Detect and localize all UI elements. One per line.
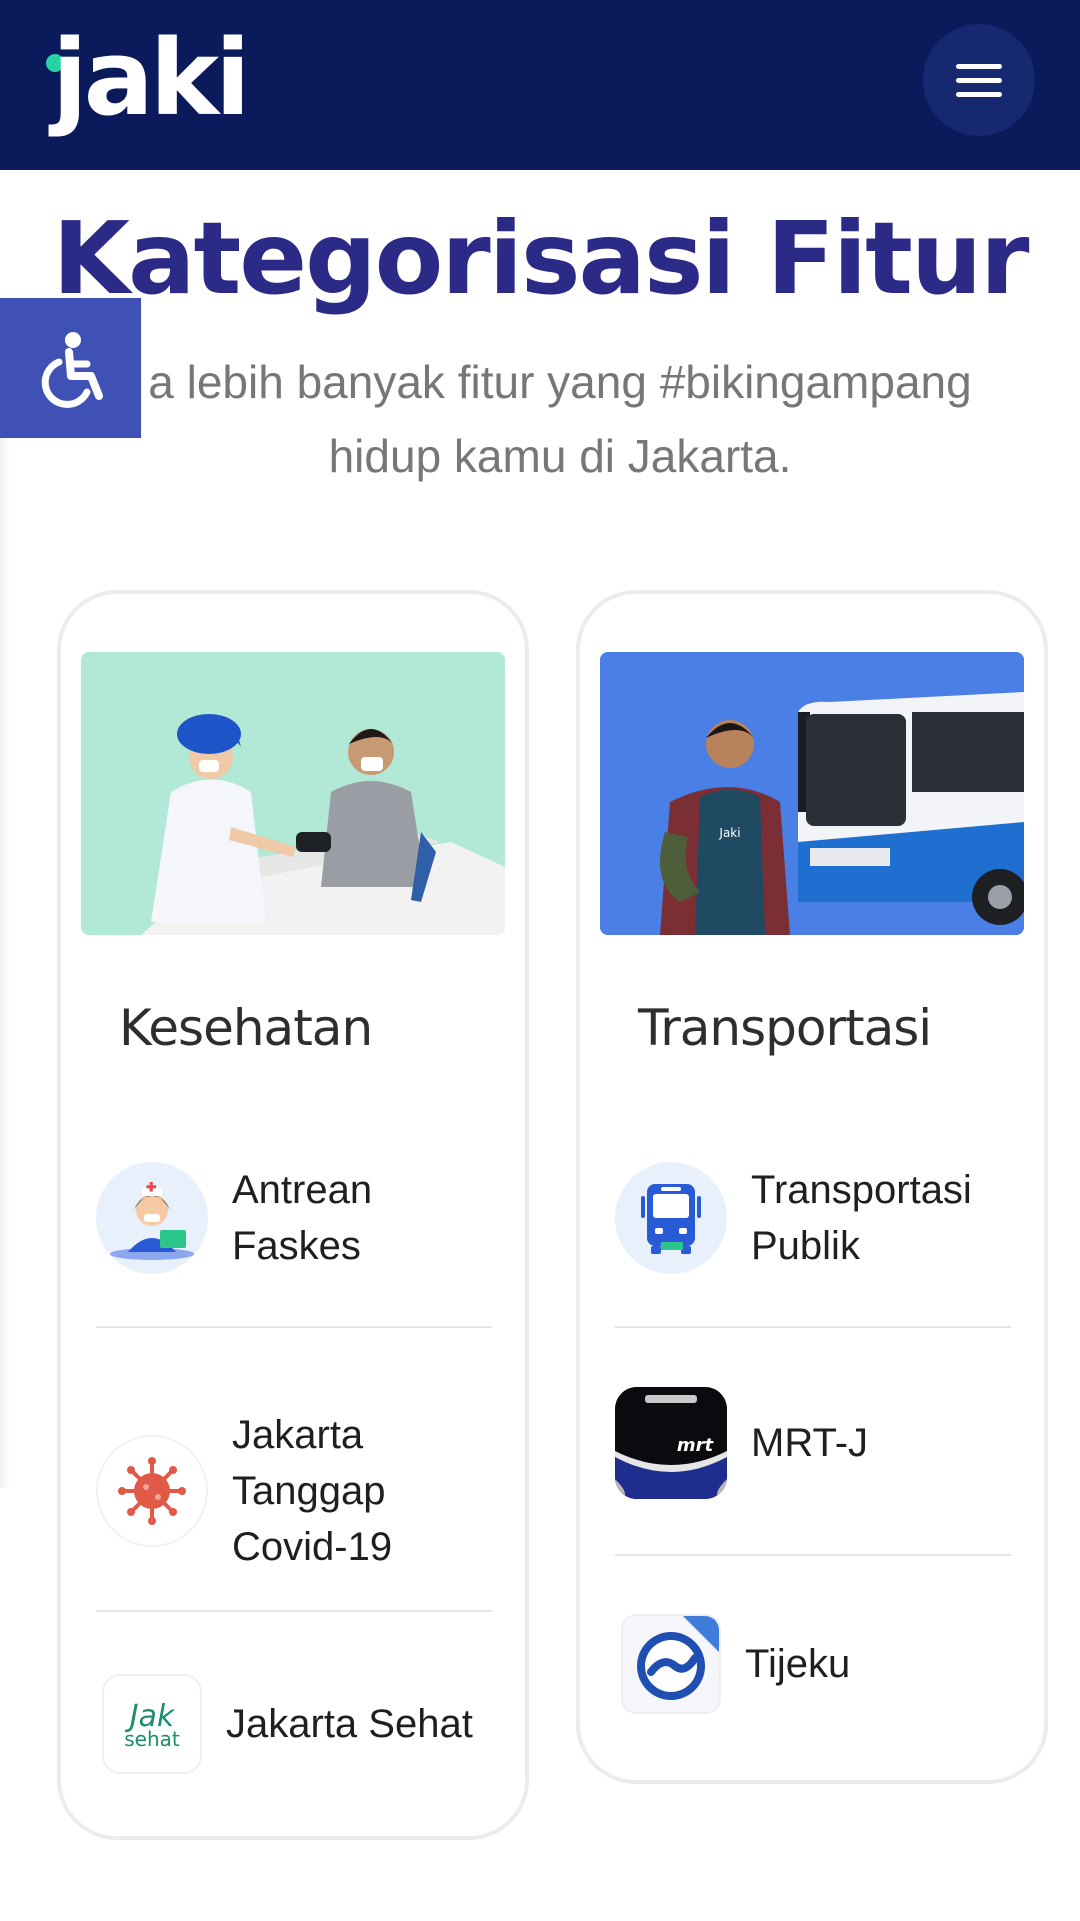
page-title: Kategorisasi Fitur (52, 200, 1030, 317)
hamburger-menu-icon (956, 63, 1002, 69)
jak-sehat-logo-icon: Jak sehat (102, 1674, 202, 1774)
feature-label: Transportasi Publik (751, 1168, 972, 1268)
feature-label: Tijeku (745, 1642, 851, 1686)
divider (615, 1554, 1011, 1556)
feature-item-transportasi-publik[interactable]: Transportasi Publik (615, 1162, 1011, 1274)
feature-item-tijeku[interactable]: Tijeku (615, 1614, 1011, 1714)
top-navbar: jaki (0, 0, 1080, 170)
health-worker-checking-patient-illustration (81, 652, 505, 935)
bus-icon (615, 1162, 727, 1274)
accessibility-button[interactable] (0, 298, 141, 438)
svg-text:sehat: sehat (124, 1727, 180, 1751)
category-title: Transportasi (638, 999, 932, 1057)
divider (96, 1326, 492, 1328)
category-card-transportasi: Jaki Transportasi Transportasi Publik mr… (576, 590, 1048, 1784)
drawer-edge-shadow (0, 438, 10, 1488)
feature-label: Jakarta Sehat (226, 1702, 473, 1746)
svg-text:Jaki: Jaki (718, 826, 740, 840)
man-with-bus-illustration: Jaki (600, 652, 1024, 935)
feature-item-antrean-faskes[interactable]: Antrean Faskes (96, 1162, 492, 1274)
divider (615, 1326, 1011, 1328)
virus-icon (96, 1435, 208, 1547)
category-card-kesehatan: Kesehatan Antrean Faskes Jakarta Tanggap… (57, 590, 529, 1840)
feature-label: Jakarta Tanggap Covid-19 (232, 1413, 393, 1569)
feature-item-jakarta-tanggap-covid-19[interactable]: Jakarta Tanggap Covid-19 (96, 1407, 492, 1575)
health-image-art (81, 652, 505, 935)
hamburger-menu-button[interactable] (923, 24, 1035, 136)
page-subtitle: a lebih banyak fitur yang #bikingampang … (148, 356, 972, 482)
svg-text:mrt: mrt (677, 1435, 715, 1456)
mrt-train-icon: mrt (615, 1387, 727, 1499)
nurse-icon (96, 1162, 208, 1274)
transport-image-art: Jaki (600, 652, 1024, 935)
tijeku-logo-icon (621, 1614, 721, 1714)
feature-label: Antrean Faskes (232, 1168, 373, 1268)
divider (96, 1610, 492, 1612)
feature-item-jakarta-sehat[interactable]: Jak sehat Jakarta Sehat (96, 1674, 492, 1774)
wheelchair-icon (41, 332, 103, 408)
category-title: Kesehatan (119, 999, 373, 1057)
logo-text: jaki (52, 17, 251, 139)
feature-item-mrt-j[interactable]: mrt MRT-J (615, 1387, 1011, 1499)
feature-label: MRT-J (751, 1421, 869, 1465)
